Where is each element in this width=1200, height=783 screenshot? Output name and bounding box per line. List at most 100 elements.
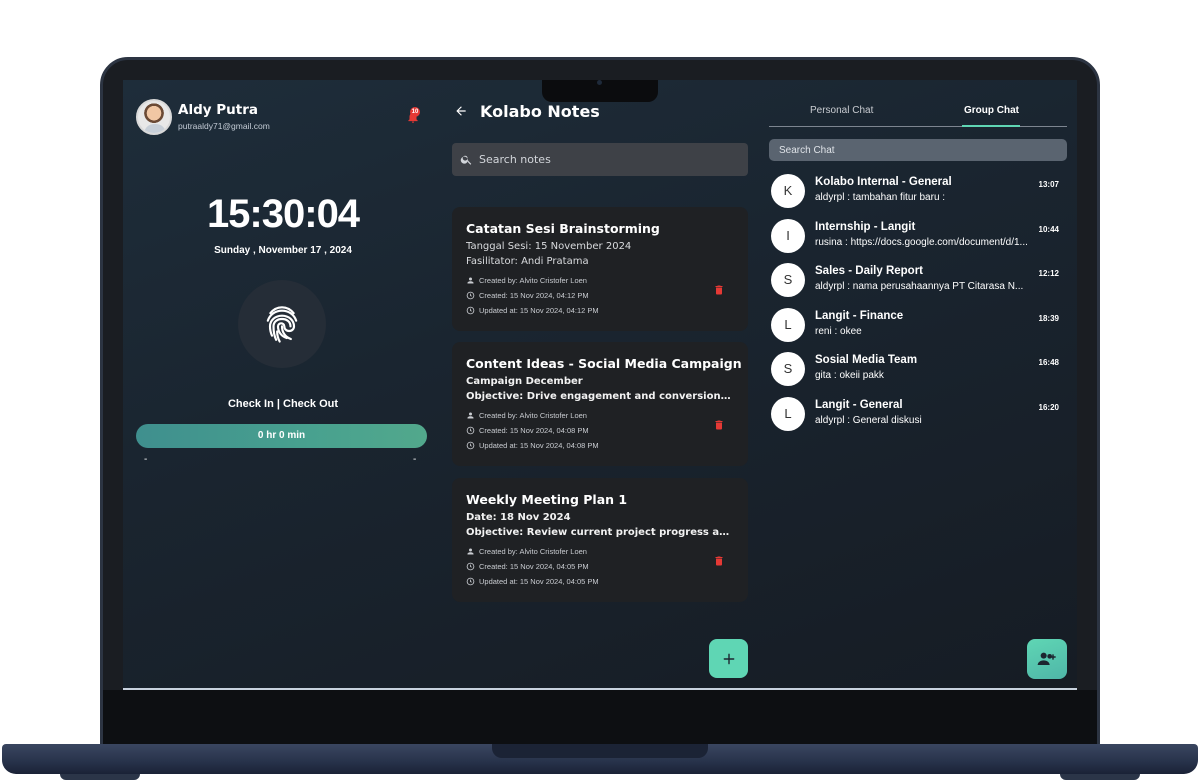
note-created-by: Created by: Alvito Cristofer Loen bbox=[466, 411, 587, 420]
back-arrow-icon[interactable] bbox=[454, 104, 468, 118]
note-title: Catatan Sesi Brainstorming bbox=[466, 221, 660, 236]
work-duration: 0 hr 0 min bbox=[257, 430, 306, 441]
note-created-time: Created: 15 Nov 2024, 04:08 PM bbox=[479, 426, 589, 435]
note-updated-time: Updated at: 15 Nov 2024, 04:08 PM bbox=[479, 441, 599, 450]
note-created-time: Created: 15 Nov 2024, 04:05 PM bbox=[479, 562, 589, 571]
fingerprint-icon bbox=[266, 306, 298, 343]
chat-last-message: aldyrpl : General diskusi bbox=[815, 415, 922, 426]
trash-icon[interactable] bbox=[713, 283, 725, 297]
person-icon bbox=[467, 277, 474, 284]
chat-search-input[interactable] bbox=[769, 139, 1067, 161]
note-title: Weekly Meeting Plan 1 bbox=[466, 492, 628, 507]
check-in-time: - bbox=[144, 454, 148, 465]
note-created: Created: 15 Nov 2024, 04:08 PM bbox=[466, 426, 589, 435]
active-tab-indicator bbox=[962, 125, 1020, 127]
note-card[interactable]: Weekly Meeting Plan 1 Date: 18 Nov 2024 … bbox=[452, 478, 748, 602]
chat-time: 16:20 bbox=[1038, 403, 1059, 412]
clock-icon bbox=[466, 291, 475, 300]
note-line: Campaign December bbox=[466, 376, 583, 387]
note-line: Objective: Drive engagement and conversi… bbox=[466, 391, 736, 402]
current-date: Sunday , November 17 , 2024 bbox=[214, 245, 352, 256]
camera-notch bbox=[542, 80, 658, 102]
note-updated: Updated at: 15 Nov 2024, 04:12 PM bbox=[466, 306, 599, 315]
note-card[interactable]: Content Ideas - Social Media Campaign Ca… bbox=[452, 342, 748, 466]
chat-name: Langit - Finance bbox=[815, 310, 904, 322]
chat-panel: Personal Chat Group Chat K Kolabo Intern… bbox=[763, 80, 1077, 690]
note-card[interactable]: Catatan Sesi Brainstorming Tanggal Sesi:… bbox=[452, 207, 748, 331]
current-time: 15:30:04 bbox=[206, 192, 360, 236]
notification-bell-icon[interactable]: 10 bbox=[406, 107, 420, 124]
notes-search-input[interactable] bbox=[479, 143, 739, 176]
add-group-button[interactable] bbox=[1027, 639, 1067, 679]
chat-last-message: reni : okee bbox=[815, 326, 862, 337]
plus-icon bbox=[723, 653, 734, 664]
note-line: Tanggal Sesi: 15 November 2024 bbox=[466, 241, 632, 252]
chat-last-message: aldyrpl : tambahan fitur baru : bbox=[815, 192, 946, 203]
trash-icon[interactable] bbox=[713, 554, 725, 568]
chat-item[interactable]: I Internship - Langit rusina : https://d… bbox=[771, 217, 1067, 257]
note-created-by: Created by: Alvito Cristofer Loen bbox=[466, 276, 587, 285]
chat-item[interactable]: S Sosial Media Team gita : okeii pakk 16… bbox=[771, 350, 1067, 390]
work-duration-bar: 0 hr 0 min bbox=[136, 424, 427, 448]
user-email: putraaldy71@gmail.com bbox=[178, 121, 270, 131]
notification-badge: 10 bbox=[410, 107, 420, 117]
add-user-icon bbox=[1037, 652, 1056, 665]
chat-name: Kolabo Internal - General bbox=[815, 176, 952, 188]
note-author: Created by: Alvito Cristofer Loen bbox=[479, 411, 587, 420]
tab-personal-chat[interactable]: Personal Chat bbox=[810, 105, 873, 116]
add-note-button[interactable] bbox=[709, 639, 748, 678]
chat-avatar: K bbox=[771, 174, 805, 208]
note-author: Created by: Alvito Cristofer Loen bbox=[479, 547, 587, 556]
avatar[interactable] bbox=[136, 99, 172, 135]
chat-name: Internship - Langit bbox=[815, 221, 916, 233]
camera-icon bbox=[597, 80, 602, 85]
chat-last-message: gita : okeii pakk bbox=[815, 370, 884, 381]
check-in-out-label[interactable]: Check In | Check Out bbox=[123, 398, 443, 410]
search-icon bbox=[460, 155, 472, 165]
clock-icon bbox=[466, 562, 475, 571]
user-name: Aldy Putra bbox=[178, 102, 258, 118]
chat-item[interactable]: K Kolabo Internal - General aldyrpl : ta… bbox=[771, 172, 1067, 212]
clock-icon bbox=[466, 306, 475, 315]
fingerprint-button[interactable] bbox=[238, 280, 326, 368]
chat-avatar: I bbox=[771, 219, 805, 253]
chat-last-message: aldyrpl : nama perusahaannya PT Citarasa… bbox=[815, 281, 1024, 292]
app-screen: Aldy Putra putraaldy71@gmail.com 10 15:3… bbox=[123, 80, 1077, 690]
note-created-by: Created by: Alvito Cristofer Loen bbox=[466, 547, 587, 556]
trash-icon[interactable] bbox=[713, 418, 725, 432]
laptop-foot-right bbox=[1060, 774, 1140, 780]
tab-group-chat[interactable]: Group Chat bbox=[964, 105, 1019, 116]
laptop-groove bbox=[492, 744, 708, 758]
tab-divider bbox=[769, 126, 1067, 127]
chat-time: 12:12 bbox=[1038, 269, 1059, 278]
chat-name: Sosial Media Team bbox=[815, 354, 918, 366]
chat-last-message: rusina : https://docs.google.com/documen… bbox=[815, 237, 1028, 248]
chat-item[interactable]: L Langit - Finance reni : okee 18:39 bbox=[771, 306, 1067, 346]
chat-item[interactable]: S Sales - Daily Report aldyrpl : nama pe… bbox=[771, 261, 1067, 301]
clock-icon bbox=[466, 426, 475, 435]
note-created-time: Created: 15 Nov 2024, 04:12 PM bbox=[479, 291, 589, 300]
clock-icon bbox=[466, 441, 475, 450]
chat-item[interactable]: L Langit - General aldyrpl : General dis… bbox=[771, 395, 1067, 435]
note-author: Created by: Alvito Cristofer Loen bbox=[479, 276, 587, 285]
notes-search-box bbox=[452, 143, 748, 176]
chat-time: 18:39 bbox=[1038, 314, 1059, 323]
note-line: Fasilitator: Andi Pratama bbox=[466, 256, 589, 267]
chat-time: 10:44 bbox=[1038, 225, 1059, 234]
clock-icon bbox=[466, 577, 475, 586]
note-line: Date: 18 Nov 2024 bbox=[466, 512, 571, 523]
chat-name: Sales - Daily Report bbox=[815, 265, 924, 277]
chat-avatar: S bbox=[771, 263, 805, 297]
person-icon bbox=[467, 412, 474, 419]
laptop-base bbox=[2, 744, 1198, 774]
note-line: Objective: Review current project progre… bbox=[466, 527, 736, 538]
chat-avatar: S bbox=[771, 352, 805, 386]
notes-panel: Kolabo Notes Catatan Sesi Brainstorming … bbox=[443, 80, 763, 690]
person-icon bbox=[467, 548, 474, 555]
page-title: Kolabo Notes bbox=[480, 102, 600, 121]
chat-time: 16:48 bbox=[1038, 358, 1059, 367]
note-created: Created: 15 Nov 2024, 04:05 PM bbox=[466, 562, 589, 571]
note-updated-time: Updated at: 15 Nov 2024, 04:12 PM bbox=[479, 306, 599, 315]
check-out-time: - bbox=[413, 454, 417, 465]
note-title: Content Ideas - Social Media Campaign bbox=[466, 356, 742, 371]
